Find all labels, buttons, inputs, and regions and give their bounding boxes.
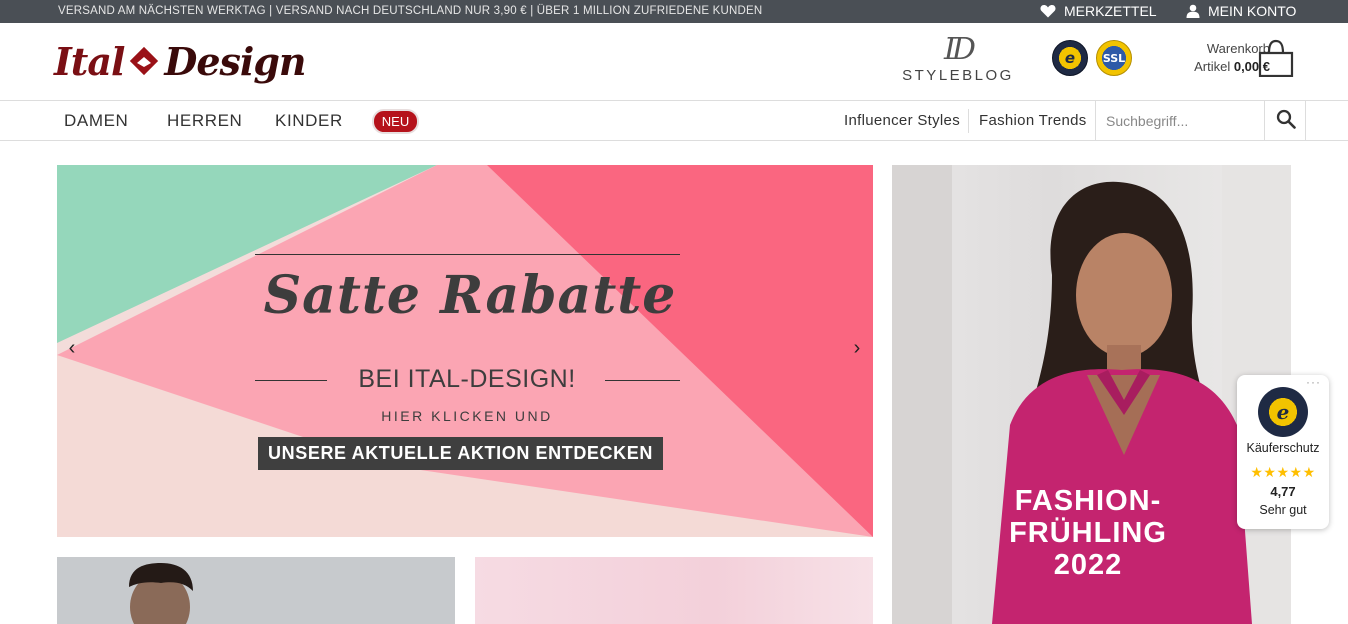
logo-diamond-icon — [128, 45, 160, 77]
top-info-bar: VERSAND AM NÄCHSTEN WERKTAG | VERSAND NA… — [0, 0, 1348, 23]
cart-summary: Artikel 0,00 € — [1194, 59, 1270, 74]
slider-right-rule — [605, 380, 680, 381]
search-button[interactable] — [1264, 101, 1306, 141]
nav-item-damen[interactable]: DAMEN — [64, 111, 128, 131]
widget-menu-icon[interactable]: ··· — [1306, 375, 1321, 389]
category-tile-pink[interactable] — [475, 557, 873, 624]
search-input[interactable] — [1106, 109, 1256, 133]
account-link[interactable]: MEIN KONTO — [1186, 3, 1296, 19]
rating-grade: Sehr gut — [1259, 503, 1307, 517]
trusted-shops-seal-icon[interactable]: e — [1052, 40, 1088, 76]
logo-text-ital: Ital — [54, 38, 125, 84]
trusted-shops-logo-icon: e — [1258, 387, 1308, 437]
tile-men-image — [129, 563, 193, 624]
nav-link-fashion-trends[interactable]: Fashion Trends — [979, 101, 1087, 141]
user-icon — [1186, 4, 1200, 18]
main-navigation: DAMEN HERREN KINDER NEU Influencer Style… — [0, 101, 1348, 141]
hero-slider[interactable]: Satte Rabatte BEI ITAL-DESIGN! HIER KLIC… — [57, 165, 873, 537]
styleblog-monogram: ID — [944, 32, 976, 67]
ital-design-logo[interactable]: Ital Design — [54, 31, 307, 91]
wishlist-label: MERKZETTEL — [1064, 3, 1157, 19]
nav-link-influencer-styles[interactable]: Influencer Styles — [844, 101, 960, 141]
category-tile-herren[interactable] — [57, 557, 455, 624]
buyer-protection-label: Käuferschutz — [1246, 441, 1320, 455]
slider-caption: HIER KLICKEN UND — [381, 408, 553, 424]
slider-top-rule — [255, 254, 680, 255]
search-icon — [1276, 109, 1296, 134]
nav-item-kinder[interactable]: KINDER — [275, 111, 343, 131]
promo-title: FASHION- FRÜHLING 2022 — [1009, 485, 1167, 581]
styleblog-label: STYLEBLOG — [902, 67, 1014, 84]
rating-score: 4,77 — [1270, 484, 1296, 499]
nav-item-herren[interactable]: HERREN — [167, 111, 242, 131]
slider-prev-arrow-icon[interactable]: ‹ — [64, 337, 80, 359]
account-label: MEIN KONTO — [1208, 3, 1297, 19]
rating-stars-icon: ★★★★★ — [1250, 464, 1316, 480]
ssl-seal-icon[interactable]: SSL — [1096, 40, 1132, 76]
promo-fashion-spring[interactable]: FASHION- FRÜHLING 2022 — [892, 165, 1291, 624]
slider-next-arrow-icon[interactable]: › — [849, 337, 865, 359]
shipping-notice: VERSAND AM NÄCHSTEN WERKTAG | VERSAND NA… — [58, 5, 763, 17]
nav-divider — [968, 109, 969, 133]
styleblog-link[interactable]: ID STYLEBLOG — [902, 32, 1014, 85]
search-box — [1095, 101, 1306, 141]
trusted-shops-widget[interactable]: ··· e Käuferschutz ★★★★★ 4,77 Sehr gut — [1237, 375, 1329, 529]
slider-headline: Satte Rabatte — [263, 265, 677, 326]
cart-label: Warenkorb — [1206, 41, 1270, 56]
slider-left-rule — [255, 380, 327, 381]
heart-icon — [1040, 4, 1056, 18]
slider-cta-button[interactable]: UNSERE AKTUELLE AKTION ENTDECKEN — [258, 437, 663, 470]
site-header: Ital Design ID STYLEBLOG e SSL Warenkorb… — [0, 23, 1348, 101]
logo-text-design: Design — [164, 38, 306, 84]
slider-subheadline: BEI ITAL-DESIGN! — [358, 365, 576, 393]
wishlist-link[interactable]: MERKZETTEL — [1040, 3, 1157, 19]
slider-background — [57, 165, 873, 537]
nav-item-neu-badge[interactable]: NEU — [372, 109, 419, 134]
